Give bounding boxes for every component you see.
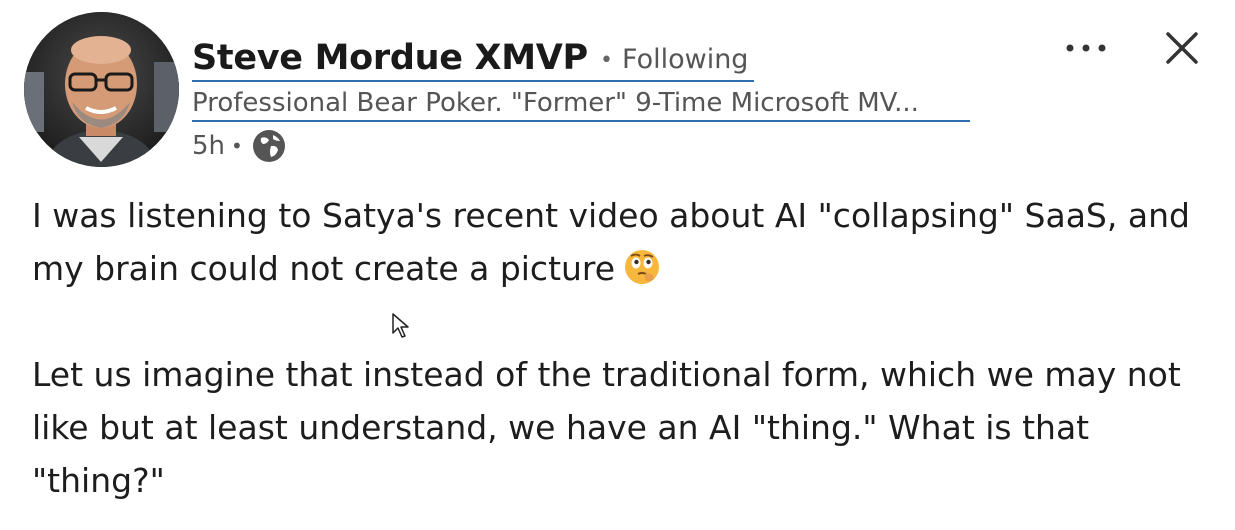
thinking-face-emoji: [625, 250, 660, 284]
more-options-button[interactable]: [1060, 28, 1112, 68]
post-line: I was listening to Satya's recent video …: [32, 196, 1190, 235]
close-button[interactable]: [1158, 24, 1206, 72]
linkedin-post: Steve Mordue XMVP • Following Profession…: [0, 0, 1235, 530]
close-icon: [1166, 32, 1198, 64]
post-line-text: my brain could not create a picture: [32, 249, 616, 288]
post-paragraph-1: I was listening to Satya's recent video …: [32, 189, 1212, 295]
author-headline-link[interactable]: Professional Bear Poker. "Former" 9-Time…: [192, 86, 992, 120]
more-options-icon: [1066, 44, 1106, 52]
post-line: "thing?": [32, 461, 165, 500]
author-avatar[interactable]: [24, 12, 179, 167]
meta-separator-dot: •: [231, 134, 243, 158]
separator-dot: •: [600, 48, 613, 73]
author-link-underline: [192, 80, 754, 82]
post-line: my brain could not create a picture: [32, 242, 1212, 295]
headline-link-underline: [192, 120, 970, 122]
post-paragraph-2: Let us imagine that instead of the tradi…: [32, 348, 1212, 507]
following-status[interactable]: Following: [622, 44, 748, 76]
post-line: Let us imagine that instead of the tradi…: [32, 355, 1181, 394]
post-time: 5h: [192, 131, 226, 161]
author-name-link[interactable]: Steve Mordue XMVP: [192, 35, 588, 81]
mouse-cursor-icon: [392, 313, 409, 338]
post-line: like but at least understand, we have an…: [32, 408, 1090, 447]
avatar-photo: [24, 12, 179, 167]
post-meta: 5h •: [192, 128, 287, 164]
globe-icon: [252, 130, 285, 162]
